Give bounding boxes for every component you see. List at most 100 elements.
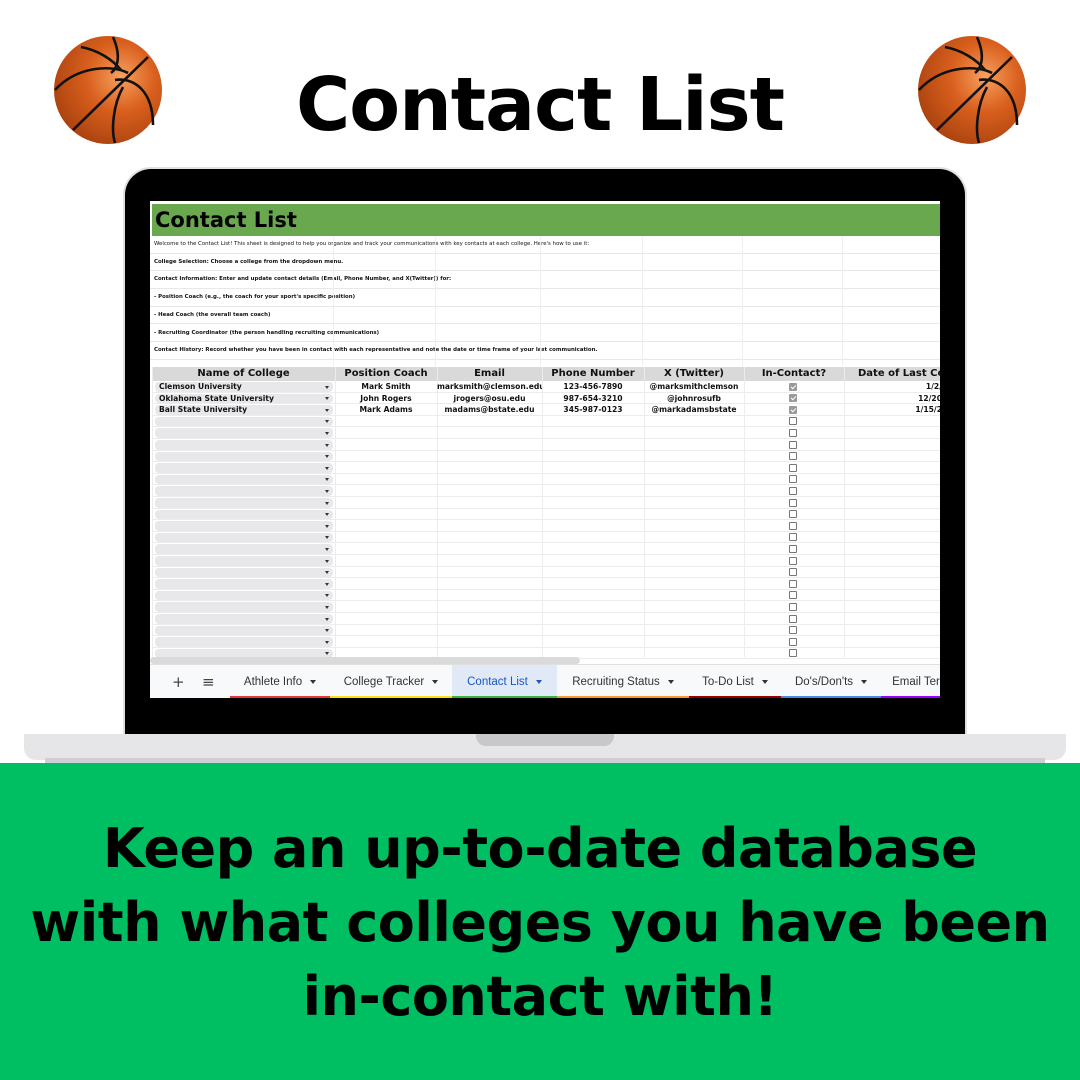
in-contact-checkbox[interactable] <box>789 498 797 507</box>
college-dropdown[interactable] <box>155 486 333 496</box>
sheet-tab[interactable]: Contact List <box>452 665 557 698</box>
chevron-down-icon[interactable] <box>325 594 329 598</box>
in-contact-checkbox[interactable] <box>789 533 797 542</box>
chevron-down-icon[interactable] <box>325 431 329 435</box>
college-dropdown[interactable] <box>155 440 333 450</box>
chevron-down-icon[interactable] <box>325 466 329 470</box>
chevron-down-icon[interactable] <box>325 536 329 540</box>
chevron-down-icon[interactable] <box>325 559 329 563</box>
email-cell[interactable]: madams@bstate.edu <box>437 404 542 415</box>
add-sheet-icon[interactable]: + <box>172 673 185 691</box>
chevron-down-icon[interactable] <box>325 478 329 482</box>
college-dropdown[interactable] <box>155 428 333 438</box>
sheet-tab[interactable]: Email Ter <box>881 665 940 698</box>
chevron-down-icon[interactable] <box>325 605 329 609</box>
in-contact-checkbox[interactable] <box>789 614 797 623</box>
column-header[interactable]: Email <box>437 367 542 381</box>
all-sheets-menu-icon[interactable]: ≡ <box>202 673 215 691</box>
college-dropdown[interactable] <box>155 416 333 427</box>
chevron-down-icon[interactable] <box>325 455 329 459</box>
college-dropdown[interactable] <box>155 532 333 543</box>
in-contact-checkbox[interactable] <box>789 394 797 403</box>
email-cell[interactable]: jrogers@osu.edu <box>437 393 542 404</box>
column-header[interactable]: Date of Last Co <box>844 367 940 381</box>
college-dropdown[interactable] <box>155 463 333 473</box>
college-dropdown[interactable]: Ball State University <box>155 405 333 415</box>
in-contact-checkbox[interactable] <box>789 475 797 484</box>
date-cell[interactable]: 12/20 <box>844 393 940 404</box>
column-header[interactable]: Name of College <box>152 367 335 381</box>
in-contact-checkbox[interactable] <box>789 637 797 646</box>
chevron-down-icon[interactable] <box>325 513 329 517</box>
in-contact-checkbox[interactable] <box>789 510 797 519</box>
chevron-down-icon[interactable] <box>325 629 329 633</box>
college-dropdown[interactable] <box>155 637 333 647</box>
chevron-down-icon[interactable] <box>325 571 329 575</box>
in-contact-checkbox[interactable] <box>789 602 797 611</box>
college-dropdown[interactable] <box>155 614 333 624</box>
twitter-cell[interactable]: @johnrosufb <box>644 393 744 404</box>
sheet-tab[interactable]: Do's/Don'ts <box>781 665 881 698</box>
college-dropdown[interactable] <box>155 521 333 531</box>
college-dropdown[interactable] <box>155 498 333 508</box>
chevron-down-icon[interactable] <box>325 408 329 412</box>
in-contact-checkbox[interactable] <box>789 382 797 391</box>
chevron-down-icon[interactable] <box>325 489 329 493</box>
chevron-down-icon[interactable] <box>325 420 329 424</box>
chevron-down-icon[interactable] <box>310 679 317 684</box>
phone-cell[interactable]: 123-456-7890 <box>542 381 644 392</box>
chevron-down-icon[interactable] <box>761 679 768 684</box>
in-contact-checkbox[interactable] <box>789 626 797 635</box>
chevron-down-icon[interactable] <box>325 617 329 621</box>
in-contact-checkbox[interactable] <box>789 417 797 426</box>
phone-cell[interactable]: 345-987-0123 <box>542 404 644 415</box>
email-cell[interactable]: marksmith@clemson.edu <box>437 381 542 392</box>
in-contact-checkbox[interactable] <box>789 579 797 588</box>
college-dropdown[interactable] <box>155 474 333 485</box>
sheet-tab[interactable]: Athlete Info <box>230 665 330 698</box>
sheet-tab[interactable]: College Tracker <box>330 665 452 698</box>
in-contact-checkbox[interactable] <box>789 591 797 600</box>
college-dropdown[interactable] <box>155 567 333 578</box>
date-cell[interactable]: 1/2/ <box>844 381 940 392</box>
college-dropdown[interactable] <box>155 556 333 566</box>
twitter-cell[interactable]: @marksmithclemson <box>644 381 744 392</box>
horizontal-scrollbar[interactable] <box>150 657 580 664</box>
sheet-tab[interactable]: To-Do List <box>689 665 781 698</box>
chevron-down-icon[interactable] <box>325 501 329 505</box>
chevron-down-icon[interactable] <box>667 679 674 684</box>
in-contact-checkbox[interactable] <box>789 568 797 577</box>
sheet-tab[interactable]: Recruiting Status <box>557 665 689 698</box>
column-header[interactable]: Phone Number <box>542 367 644 381</box>
date-cell[interactable]: 1/15/2 <box>844 404 940 415</box>
in-contact-checkbox[interactable] <box>789 452 797 461</box>
in-contact-checkbox[interactable] <box>789 428 797 437</box>
in-contact-checkbox[interactable] <box>789 463 797 472</box>
chevron-down-icon[interactable] <box>325 397 329 401</box>
college-dropdown[interactable] <box>155 590 333 601</box>
college-dropdown[interactable] <box>155 602 333 612</box>
coach-cell[interactable]: John Rogers <box>335 393 437 404</box>
in-contact-checkbox[interactable] <box>789 440 797 449</box>
college-dropdown[interactable] <box>155 625 333 636</box>
twitter-cell[interactable]: @markadamsbstate <box>644 404 744 415</box>
in-contact-checkbox[interactable] <box>789 405 797 414</box>
chevron-down-icon[interactable] <box>325 443 329 447</box>
coach-cell[interactable]: Mark Adams <box>335 404 437 415</box>
phone-cell[interactable]: 987-654-3210 <box>542 393 644 404</box>
college-dropdown[interactable] <box>155 451 333 462</box>
college-dropdown[interactable]: Oklahoma State University <box>155 393 333 404</box>
college-dropdown[interactable] <box>155 509 333 520</box>
chevron-down-icon[interactable] <box>861 679 868 684</box>
chevron-down-icon[interactable] <box>325 547 329 551</box>
chevron-down-icon[interactable] <box>432 679 439 684</box>
chevron-down-icon[interactable] <box>325 652 329 656</box>
chevron-down-icon[interactable] <box>325 524 329 528</box>
column-header[interactable]: Position Coach <box>335 367 437 381</box>
column-header[interactable]: X (Twitter) <box>644 367 744 381</box>
chevron-down-icon[interactable] <box>325 640 329 644</box>
chevron-down-icon[interactable] <box>325 385 329 389</box>
column-header[interactable]: In-Contact? <box>744 367 844 381</box>
in-contact-checkbox[interactable] <box>789 521 797 530</box>
chevron-down-icon[interactable] <box>325 582 329 586</box>
